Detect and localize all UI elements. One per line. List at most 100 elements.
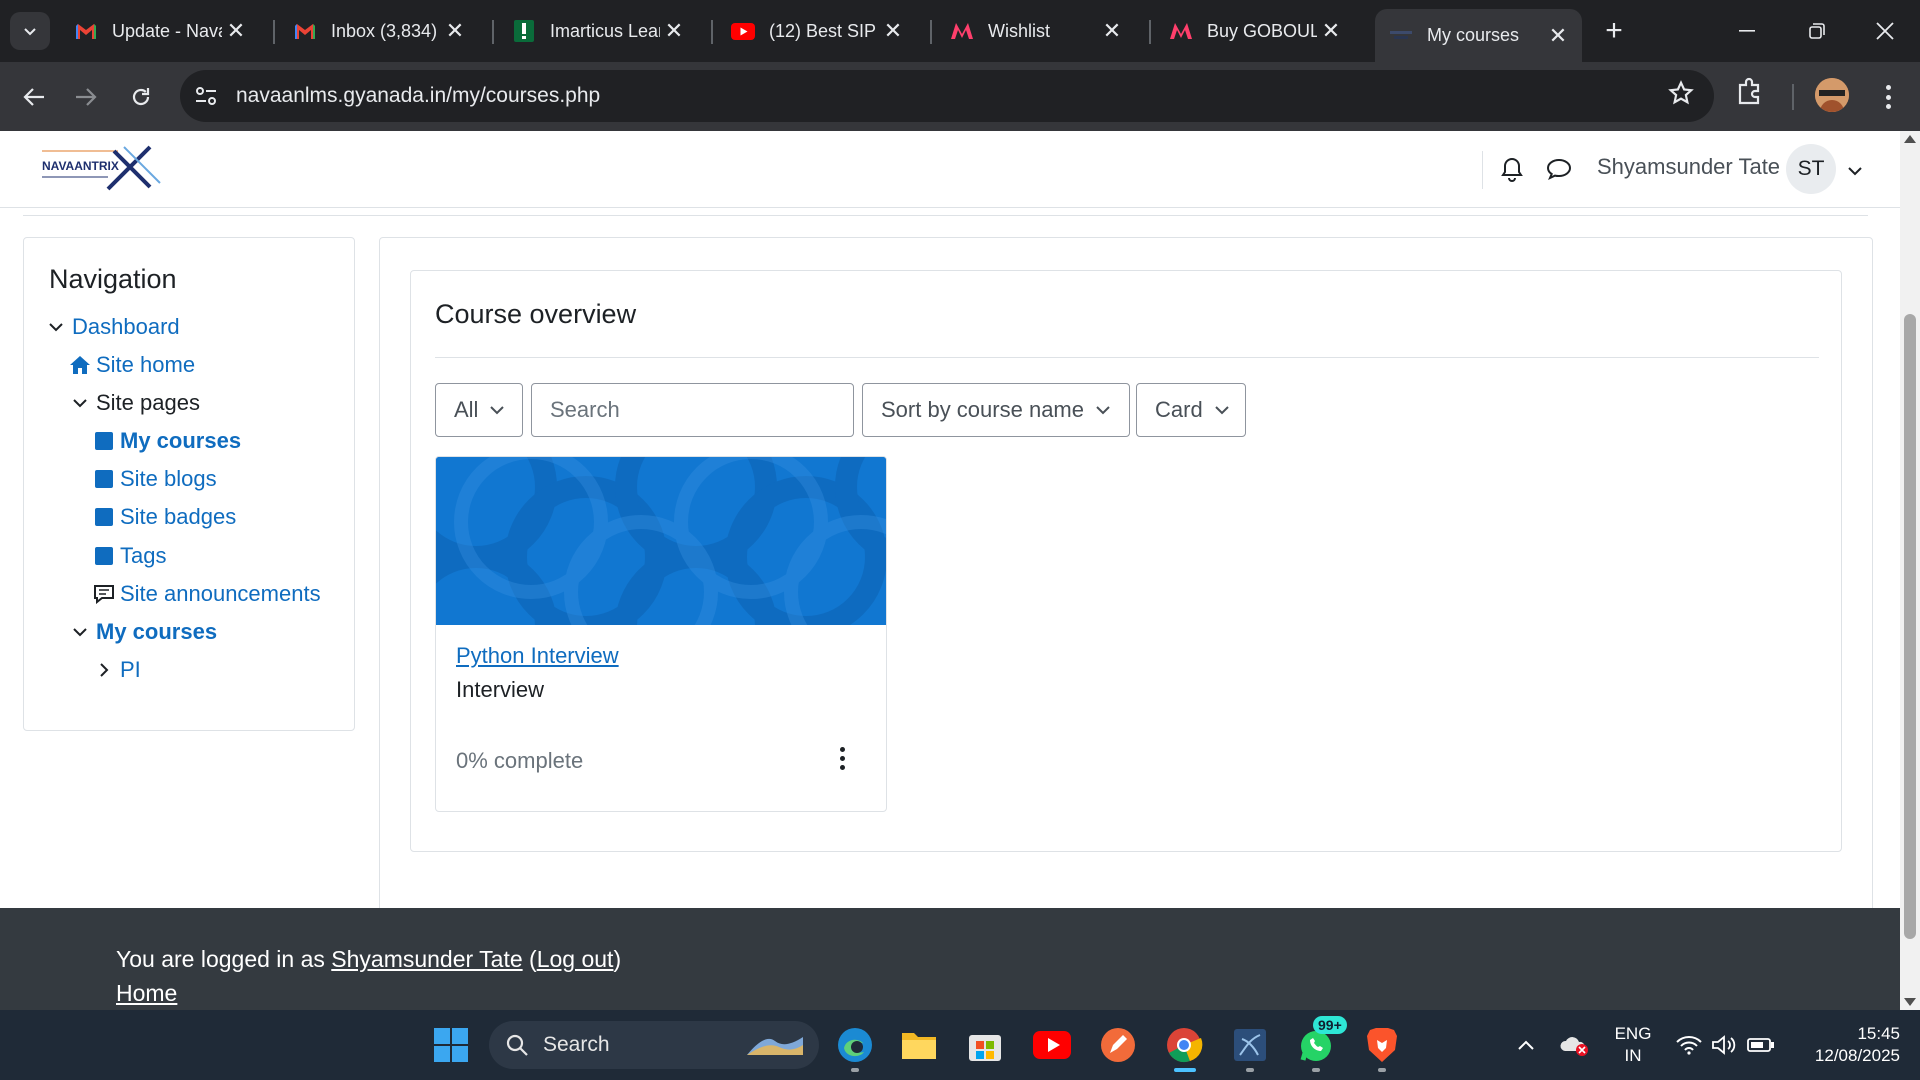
browser-tab[interactable]: Imarticus Lear ✕ — [498, 9, 698, 53]
nav-link-dashboard[interactable]: Dashboard — [72, 314, 180, 340]
close-tab-icon[interactable]: ✕ — [660, 17, 688, 45]
sort-dropdown[interactable]: Sort by course name — [862, 383, 1130, 437]
search-icon — [506, 1034, 528, 1056]
scroll-down-icon[interactable] — [1904, 998, 1916, 1006]
course-name-link[interactable]: Python Interview — [456, 643, 619, 669]
browser-tab[interactable]: (12) Best SIP P ✕ — [717, 9, 917, 53]
course-actions-menu-icon[interactable] — [828, 741, 856, 775]
browser-tab[interactable]: Wishlist ✕ — [936, 9, 1136, 53]
microsoft-store-icon[interactable] — [964, 1024, 1006, 1066]
course-card[interactable]: Python Interview Interview 0% complete — [435, 456, 887, 812]
nav-item-tags[interactable]: Tags — [92, 543, 166, 569]
chevron-right-icon[interactable] — [92, 658, 116, 682]
youtube-app-icon[interactable] — [1031, 1024, 1073, 1066]
nav-link-my-courses[interactable]: My courses — [120, 428, 241, 454]
course-progress-text: 0% complete — [456, 748, 584, 773]
close-tab-icon[interactable]: ✕ — [1317, 17, 1345, 45]
nav-link-site-announcements[interactable]: Site announcements — [120, 581, 321, 607]
chevron-down-icon[interactable] — [68, 620, 92, 644]
close-tab-icon[interactable]: ✕ — [1544, 22, 1572, 50]
language-indicator[interactable]: ENG IN — [1608, 1023, 1658, 1067]
course-search-input[interactable] — [531, 383, 854, 437]
back-button[interactable] — [15, 78, 53, 116]
reload-button[interactable] — [122, 78, 160, 116]
database-app-icon[interactable] — [1229, 1024, 1271, 1066]
file-explorer-icon[interactable] — [898, 1024, 940, 1066]
nav-link-site-badges[interactable]: Site badges — [120, 504, 236, 530]
edge-icon[interactable] — [834, 1024, 876, 1066]
browser-tab[interactable]: Update - Nava ✕ — [60, 9, 260, 53]
avatar-initials: ST — [1797, 157, 1825, 180]
chevron-up-icon[interactable] — [1505, 1024, 1547, 1066]
forward-button[interactable] — [67, 78, 105, 116]
pen-app-icon[interactable] — [1097, 1024, 1139, 1066]
taskbar-search-box[interactable]: Search — [489, 1021, 819, 1069]
nav-label-site-pages: Site pages — [96, 390, 200, 415]
brave-icon[interactable] — [1361, 1024, 1403, 1066]
close-tab-icon[interactable]: ✕ — [1098, 17, 1126, 45]
nav-item-dashboard[interactable]: Dashboard — [44, 314, 180, 340]
nav-item-site-pages[interactable]: Site pages — [68, 390, 200, 416]
nav-link-site-blogs[interactable]: Site blogs — [120, 466, 217, 492]
close-tab-icon[interactable]: ✕ — [222, 17, 250, 45]
nav-link-my-courses-section[interactable]: My courses — [96, 619, 217, 645]
language-code: ENG — [1614, 1024, 1652, 1043]
scrollbar-thumb[interactable] — [1904, 314, 1916, 939]
profile-avatar[interactable] — [1815, 78, 1849, 112]
grouping-filter-dropdown[interactable]: All — [435, 383, 523, 437]
view-mode-value: Card — [1155, 397, 1203, 422]
chrome-icon[interactable] — [1163, 1024, 1205, 1066]
user-name[interactable]: Shyamsunder Tate — [1597, 154, 1780, 180]
chevron-down-icon[interactable] — [68, 391, 92, 415]
region-code: IN — [1624, 1046, 1642, 1065]
nav-item-site-home[interactable]: Site home — [68, 352, 195, 378]
chevron-down-icon[interactable] — [44, 315, 68, 339]
site-info-icon[interactable] — [186, 76, 226, 116]
chevron-down-icon[interactable] — [1848, 163, 1862, 181]
page-footer: You are logged in as Shyamsunder Tate (L… — [0, 908, 1900, 1010]
nav-item-my-courses[interactable]: My courses — [92, 428, 241, 454]
scroll-up-icon[interactable] — [1904, 135, 1916, 143]
bookmark-star-icon[interactable] — [1668, 80, 1694, 111]
page-scrollbar[interactable] — [1900, 131, 1920, 1010]
nav-item-site-blogs[interactable]: Site blogs — [92, 466, 217, 492]
myntra-icon — [1169, 19, 1193, 43]
onedrive-error-icon[interactable] — [1553, 1024, 1595, 1066]
address-bar[interactable]: navaanlms.gyanada.in/my/courses.php — [180, 70, 1714, 122]
profile-link[interactable]: Shyamsunder Tate — [331, 946, 522, 972]
nav-link-pi[interactable]: PI — [120, 657, 141, 683]
notification-bell-icon[interactable] — [1500, 156, 1524, 187]
main-region: Course overview All Sort by course name … — [379, 237, 1873, 997]
minimize-icon[interactable] — [1712, 0, 1782, 62]
battery-icon[interactable] — [1740, 1024, 1782, 1066]
browser-tab-active[interactable]: My courses ✕ — [1375, 9, 1582, 62]
nav-item-course-pi[interactable]: PI — [92, 657, 141, 683]
clock[interactable]: 15:45 12/08/2025 — [1790, 1023, 1900, 1067]
browser-tab[interactable]: Inbox (3,834) ✕ — [279, 9, 479, 53]
nav-item-my-courses-section[interactable]: My courses — [68, 619, 217, 645]
messages-icon[interactable] — [1546, 157, 1572, 186]
new-tab-button[interactable]: + — [1597, 14, 1631, 48]
nav-item-site-badges[interactable]: Site badges — [92, 504, 236, 530]
volume-icon[interactable] — [1703, 1024, 1745, 1066]
navaantrix-logo[interactable]: NAVAANTRIX — [38, 143, 166, 195]
logout-link[interactable]: Log out — [537, 946, 614, 972]
nav-link-site-home[interactable]: Site home — [96, 352, 195, 378]
course-image[interactable] — [436, 457, 886, 625]
nav-link-tags[interactable]: Tags — [120, 543, 166, 569]
close-tab-icon[interactable]: ✕ — [441, 17, 469, 45]
restore-icon[interactable] — [1782, 0, 1852, 62]
browser-tab[interactable]: Buy GOBOULT ✕ — [1155, 9, 1355, 53]
extensions-icon[interactable] — [1736, 77, 1764, 112]
browser-menu-icon[interactable] — [1876, 80, 1900, 114]
tab-search-button[interactable] — [10, 12, 50, 50]
user-avatar[interactable]: ST — [1786, 144, 1836, 194]
view-mode-dropdown[interactable]: Card — [1136, 383, 1246, 437]
whatsapp-icon[interactable]: 99+ — [1295, 1016, 1347, 1066]
navigation-block: Navigation Dashboard Site home Site page… — [23, 237, 355, 731]
close-tab-icon[interactable]: ✕ — [879, 17, 907, 45]
windows-start-icon[interactable] — [430, 1024, 472, 1066]
nav-item-site-announcements[interactable]: Site announcements — [92, 581, 321, 607]
footer-home-link[interactable]: Home — [116, 980, 177, 1007]
close-window-icon[interactable] — [1850, 0, 1920, 62]
